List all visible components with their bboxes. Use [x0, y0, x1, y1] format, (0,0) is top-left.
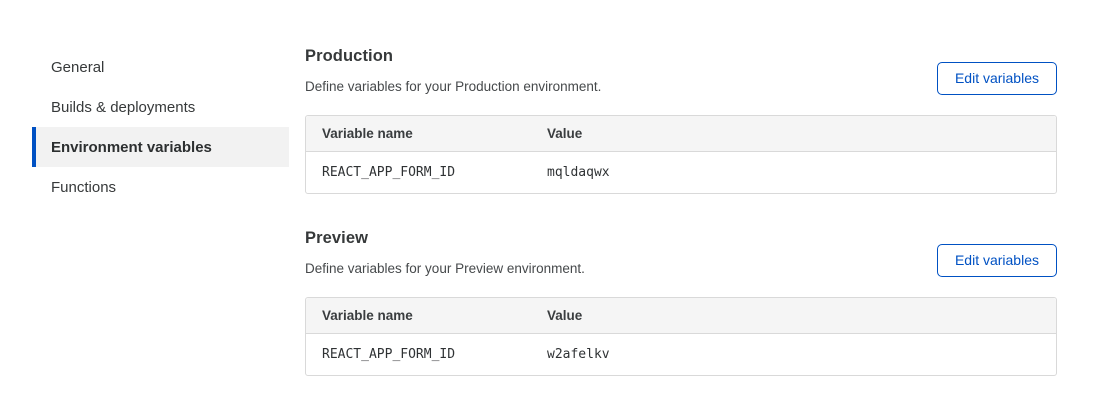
production-section: Production Define variables for your Pro… — [305, 46, 1057, 194]
sidebar-item-environment-variables[interactable]: Environment variables — [32, 127, 289, 167]
production-variables-table: Variable name Value REACT_APP_FORM_ID mq… — [305, 115, 1057, 194]
column-header-variable-name: Variable name — [306, 116, 531, 152]
variable-name-cell: REACT_APP_FORM_ID — [306, 334, 531, 375]
sidebar-item-label: Environment variables — [51, 139, 212, 156]
sidebar-item-builds-deployments[interactable]: Builds & deployments — [32, 87, 289, 127]
sidebar-item-label: Builds & deployments — [51, 99, 195, 116]
sidebar-item-label: Functions — [51, 179, 116, 196]
settings-content: Production Define variables for your Pro… — [305, 0, 1057, 376]
sidebar-item-general[interactable]: General — [32, 47, 289, 87]
sidebar-item-functions[interactable]: Functions — [32, 167, 289, 207]
table-header-row: Variable name Value — [306, 116, 1056, 152]
column-header-value: Value — [531, 298, 1056, 334]
preview-section: Preview Define variables for your Previe… — [305, 228, 1057, 376]
settings-sidebar: General Builds & deployments Environment… — [32, 47, 289, 207]
variable-value-cell: mqldaqwx — [531, 152, 1056, 193]
preview-edit-variables-button[interactable]: Edit variables — [937, 244, 1057, 277]
sidebar-item-label: General — [51, 59, 104, 76]
variable-name-cell: REACT_APP_FORM_ID — [306, 152, 531, 193]
column-header-value: Value — [531, 116, 1056, 152]
table-row: REACT_APP_FORM_ID w2afelkv — [306, 334, 1056, 375]
table-row: REACT_APP_FORM_ID mqldaqwx — [306, 152, 1056, 193]
production-edit-variables-button[interactable]: Edit variables — [937, 62, 1057, 95]
column-header-variable-name: Variable name — [306, 298, 531, 334]
table-header-row: Variable name Value — [306, 298, 1056, 334]
preview-variables-table: Variable name Value REACT_APP_FORM_ID w2… — [305, 297, 1057, 376]
variable-value-cell: w2afelkv — [531, 334, 1056, 375]
